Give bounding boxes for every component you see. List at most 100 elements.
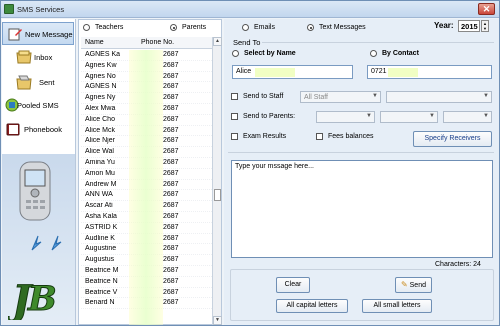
year-spin-buttons[interactable]: ▲ ▼ <box>481 20 489 32</box>
vertical-scrollbar[interactable]: ▲ ▼ <box>212 37 222 325</box>
table-row[interactable]: Asha Kala 2687 <box>81 212 212 223</box>
checkbox-fees-balances[interactable] <box>316 133 323 140</box>
parents-combo-stream[interactable]: ▼ <box>380 111 438 123</box>
actions-group <box>230 269 494 321</box>
table-row[interactable]: Alex Mwa 2687 <box>81 104 212 115</box>
teachers-radio[interactable]: Teachers <box>83 24 123 31</box>
specify-receivers-button[interactable]: Specify Receivers <box>413 131 492 147</box>
checkbox-send-to-staff[interactable] <box>231 93 238 100</box>
contact-name-cell: Benard N <box>85 299 115 307</box>
message-textarea[interactable]: Type your mssage here... <box>231 160 493 258</box>
table-row[interactable]: Alice Wal 2687 <box>81 147 212 158</box>
contact-name-cell: Ascar Ati <box>85 202 113 210</box>
staff-subcombo[interactable]: ▼ <box>386 91 492 103</box>
table-row[interactable]: Andrew M 2687 <box>81 180 212 191</box>
phonebook-icon <box>6 123 20 136</box>
name-input[interactable]: Alice <box>232 65 353 79</box>
by-contact-label: By Contact <box>381 50 419 58</box>
mobile-phone-icon <box>19 161 51 221</box>
send-to-parents-label: Send to Parents: <box>242 113 296 121</box>
all-small-letters-button[interactable]: All small letters <box>362 299 432 313</box>
radio-by-contact[interactable] <box>370 50 377 57</box>
scroll-thumb[interactable] <box>214 189 221 201</box>
table-row[interactable]: ASTRID K 2687 <box>81 223 212 234</box>
table-row[interactable]: Agnes Ny 2687 <box>81 93 212 104</box>
text-messages-radio[interactable]: Text Messages <box>307 24 366 31</box>
contact-name-cell: ANN WA <box>85 191 113 199</box>
table-row[interactable]: Agnes No 2687 <box>81 72 212 83</box>
send-to-divider <box>262 42 494 43</box>
table-row[interactable]: Agnes Kw 2687 <box>81 61 212 72</box>
table-row[interactable]: Alice Mck 2687 <box>81 126 212 137</box>
select-by-name-radio[interactable]: Select by Name <box>232 50 296 57</box>
contact-phone-cell: 2687 <box>163 191 179 199</box>
radio-teachers[interactable] <box>83 24 90 31</box>
table-row[interactable]: Alice Njer 2687 <box>81 136 212 148</box>
send-to-parents-checkbox[interactable]: Send to Parents: <box>231 113 295 120</box>
sidebar-item-new-message[interactable]: New Message <box>2 22 74 45</box>
table-row[interactable]: Audline K 2687 <box>81 234 212 245</box>
staff-combo[interactable]: All Staff ▼ <box>300 91 381 103</box>
sidebar-item-inbox[interactable]: Inbox <box>2 46 74 69</box>
contact-name-cell: Augustus <box>85 256 115 264</box>
close-button[interactable]: ✕ <box>478 3 495 15</box>
chevron-down-icon: ▼ <box>429 113 435 119</box>
table-row[interactable]: Beatrice M 2687 <box>81 266 212 277</box>
all-capital-letters-button[interactable]: All capital letters <box>276 299 348 313</box>
send-button[interactable]: ✎ Send <box>395 277 432 293</box>
table-row[interactable]: AGNES N 2687 <box>81 82 212 94</box>
contact-input-value: 0721 <box>371 68 387 75</box>
contact-name-cell: Amon Mu <box>85 169 115 177</box>
radio-parents[interactable] <box>170 24 177 31</box>
exam-results-checkbox[interactable]: Exam Results <box>231 133 286 140</box>
scroll-down-button[interactable]: ▼ <box>213 316 222 325</box>
parents-radio[interactable]: Parents <box>170 24 206 31</box>
table-row[interactable]: Amina Yu 2687 <box>81 158 212 169</box>
column-header-phone[interactable]: Phone No. <box>141 39 174 46</box>
emails-radio[interactable]: Emails <box>242 24 275 31</box>
redaction-overlay <box>255 68 295 77</box>
table-row[interactable]: Amon Mu 2687 <box>81 169 212 180</box>
fees-balances-checkbox[interactable]: Fees balances <box>316 133 373 140</box>
column-header-name[interactable]: Name <box>85 39 104 46</box>
sidebar-item-pooled-sms[interactable]: Pooled SMS <box>2 94 74 117</box>
contact-name-cell: Amina Yu <box>85 158 115 166</box>
text-messages-label: Text Messages <box>318 24 366 32</box>
emails-label: Emails <box>253 24 275 32</box>
radio-text-messages[interactable] <box>307 24 314 31</box>
sidebar-item-label: Sent <box>39 78 55 87</box>
contact-list-panel: Teachers Parents Name Phone No. AGNES Ka… <box>78 19 222 325</box>
parents-combo-class[interactable]: ▼ <box>316 111 375 123</box>
sidebar-item-sent[interactable]: Sent <box>2 70 74 93</box>
parents-combo-other[interactable]: ▼ <box>443 111 492 123</box>
table-row[interactable]: Ascar Ati 2687 <box>81 201 212 212</box>
table-row[interactable]: AGNES Ka 2687 <box>81 50 212 61</box>
year-spinner[interactable]: 2015 <box>458 20 480 32</box>
sidebar: New Message Inbox Sent Pooled SMS Phoneb… <box>2 19 76 325</box>
sidebar-item-phonebook[interactable]: Phonebook <box>2 118 74 141</box>
clear-button[interactable]: Clear <box>276 277 310 293</box>
contact-phone-cell: 2687 <box>163 51 179 58</box>
radio-select-by-name[interactable] <box>232 50 239 57</box>
message-text: Type your mssage here... <box>235 163 314 170</box>
chevron-down-icon: ▼ <box>483 93 489 99</box>
table-row[interactable]: Beatrice N 2687 <box>81 277 212 288</box>
radio-emails[interactable] <box>242 24 249 31</box>
table-row[interactable]: Alice Cho 2687 <box>81 115 212 126</box>
table-row[interactable]: Augustine 2687 <box>81 244 212 256</box>
checkbox-send-to-parents[interactable] <box>231 113 238 120</box>
table-row[interactable]: Augustus 2687 <box>81 255 212 266</box>
contact-name-cell: Alice Wal <box>85 148 114 156</box>
send-to-staff-checkbox[interactable]: Send to Staff <box>231 93 283 100</box>
table-row[interactable]: Beatrice V 2687 <box>81 288 212 299</box>
by-contact-radio[interactable]: By Contact <box>370 50 419 57</box>
table-row[interactable]: Benard N 2687 <box>81 298 212 310</box>
contact-name-cell: Beatrice M <box>85 266 119 274</box>
contact-input[interactable]: 0721 <box>367 65 492 79</box>
section-divider <box>228 152 494 153</box>
checkbox-exam-results[interactable] <box>231 133 238 140</box>
table-row[interactable]: ANN WA 2687 <box>81 190 212 202</box>
contact-name-cell: Alex Mwa <box>85 104 116 112</box>
contact-name-cell: Alice Njer <box>85 137 115 145</box>
scroll-up-button[interactable]: ▲ <box>213 37 222 46</box>
